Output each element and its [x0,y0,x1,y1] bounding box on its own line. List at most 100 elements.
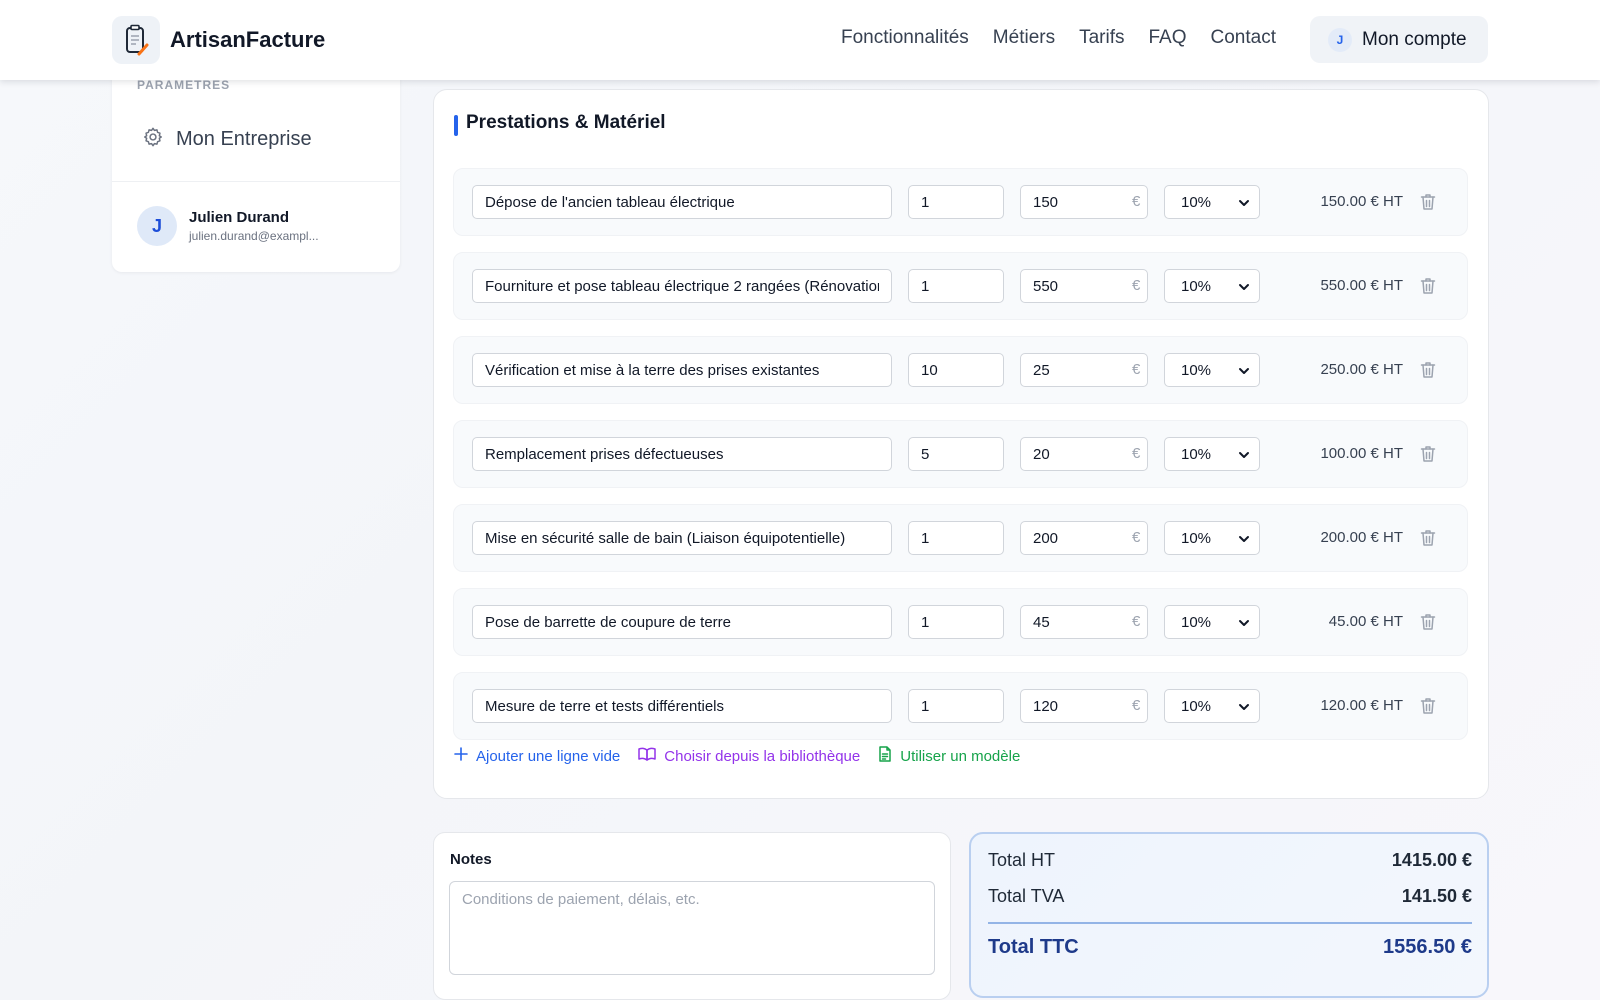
trash-icon[interactable] [1420,361,1436,384]
brand-name: ArtisanFacture [170,27,326,52]
document-icon [878,746,892,766]
quantity-input[interactable] [908,521,1004,555]
currency-symbol: € [1132,529,1141,546]
vat-rate-value: 10% [1181,361,1212,379]
chevron-down-icon [1238,616,1250,633]
line-item-row: €10% 150.00 € HT [453,168,1468,236]
user-name: Julien Durand [189,209,290,226]
line-item-row: €10% 120.00 € HT [453,672,1468,740]
quantity-input[interactable] [908,689,1004,723]
chevron-down-icon [1238,364,1250,381]
description-input[interactable] [472,353,892,387]
trash-icon[interactable] [1420,529,1436,552]
line-total: 150.00 € HT [1320,193,1403,210]
quantity-input[interactable] [908,437,1004,471]
section-title: Prestations & Matériel [466,112,666,133]
line-actions: Ajouter une ligne vide Choisir depuis la… [454,746,1038,766]
quantity-input[interactable] [908,185,1004,219]
description-input[interactable] [472,521,892,555]
sidebar-item-my-company[interactable]: Mon Entreprise [142,126,312,153]
trash-icon[interactable] [1420,277,1436,300]
user-profile[interactable]: J Julien Durand julien.durand@exampl... [137,206,319,246]
vat-rate-select[interactable]: 10% [1164,521,1260,555]
quantity-input[interactable] [908,605,1004,639]
add-empty-line-button[interactable]: Ajouter une ligne vide [454,747,620,765]
book-open-icon [638,747,657,765]
currency-symbol: € [1132,277,1141,294]
vat-rate-value: 10% [1181,193,1212,211]
total-ttc-row: Total TTC 1556.50 € [988,936,1472,959]
main-nav: Fonctionnalités Métiers Tarifs FAQ Conta… [841,27,1300,49]
description-input[interactable] [472,269,892,303]
total-ttc-value: 1556.50 € [1383,936,1472,958]
line-total: 100.00 € HT [1320,445,1403,462]
line-item-row: €10% 45.00 € HT [453,588,1468,656]
vat-rate-value: 10% [1181,445,1212,463]
vat-rate-select[interactable]: 10% [1164,185,1260,219]
unit-price-input[interactable] [1020,689,1148,723]
line-total: 550.00 € HT [1320,277,1403,294]
total-tva-row: Total TVA 141.50 € [988,886,1472,907]
currency-symbol: € [1132,445,1141,462]
choose-from-library-button[interactable]: Choisir depuis la bibliothèque [638,747,860,765]
choose-from-library-label: Choisir depuis la bibliothèque [664,747,861,765]
unit-price-input[interactable] [1020,353,1148,387]
trash-icon[interactable] [1420,613,1436,636]
total-ht-row: Total HT 1415.00 € [988,850,1472,871]
chevron-down-icon [1238,448,1250,465]
vat-rate-value: 10% [1181,277,1212,295]
notes-label: Notes [450,851,492,868]
line-item-row: €10% 550.00 € HT [453,252,1468,320]
unit-price-input[interactable] [1020,269,1148,303]
notes-textarea[interactable] [449,881,935,975]
brand-link[interactable]: ArtisanFacture [112,16,325,64]
use-template-label: Utiliser un modèle [900,747,1021,765]
settings-sidebar: PARAMÈTRES Mon Entreprise J Julien Duran… [112,60,400,272]
vat-rate-select[interactable]: 10% [1164,605,1260,639]
trash-icon[interactable] [1420,697,1436,720]
totals-summary: Total HT 1415.00 € Total TVA 141.50 € To… [969,832,1489,998]
currency-symbol: € [1132,361,1141,378]
unit-price-input[interactable] [1020,437,1148,471]
top-navigation-bar: ArtisanFacture Fonctionnalités Métiers T… [0,0,1600,80]
nav-link-pricing[interactable]: Tarifs [1079,27,1124,49]
trash-icon[interactable] [1420,445,1436,468]
plus-icon [454,747,468,765]
line-total: 120.00 € HT [1320,697,1403,714]
trash-icon[interactable] [1420,193,1436,216]
unit-price-input[interactable] [1020,605,1148,639]
unit-price-input[interactable] [1020,185,1148,219]
use-template-button[interactable]: Utiliser un modèle [878,746,1020,766]
line-total: 250.00 € HT [1320,361,1403,378]
chevron-down-icon [1238,532,1250,549]
currency-symbol: € [1132,613,1141,630]
nav-link-faq[interactable]: FAQ [1149,27,1187,49]
vat-rate-select[interactable]: 10% [1164,437,1260,471]
chevron-down-icon [1238,700,1250,717]
account-avatar: J [1328,27,1352,52]
vat-rate-select[interactable]: 10% [1164,353,1260,387]
quantity-input[interactable] [908,269,1004,303]
chevron-down-icon [1238,280,1250,297]
totals-divider [988,922,1472,924]
description-input[interactable] [472,437,892,471]
line-total: 200.00 € HT [1320,529,1403,546]
vat-rate-select[interactable]: 10% [1164,269,1260,303]
quantity-input[interactable] [908,353,1004,387]
vat-rate-value: 10% [1181,613,1212,631]
nav-link-contact[interactable]: Contact [1211,27,1276,49]
my-account-button[interactable]: J Mon compte [1310,16,1488,63]
notes-card: Notes [433,832,951,1000]
description-input[interactable] [472,689,892,723]
description-input[interactable] [472,185,892,219]
description-input[interactable] [472,605,892,639]
unit-price-input[interactable] [1020,521,1148,555]
nav-link-trades[interactable]: Métiers [993,27,1055,49]
title-accent-bar [454,115,458,136]
nav-link-features[interactable]: Fonctionnalités [841,27,969,49]
vat-rate-value: 10% [1181,529,1212,547]
line-total: 45.00 € HT [1328,613,1403,630]
vat-rate-value: 10% [1181,697,1212,715]
invoice-logo-icon [112,16,160,64]
vat-rate-select[interactable]: 10% [1164,689,1260,723]
